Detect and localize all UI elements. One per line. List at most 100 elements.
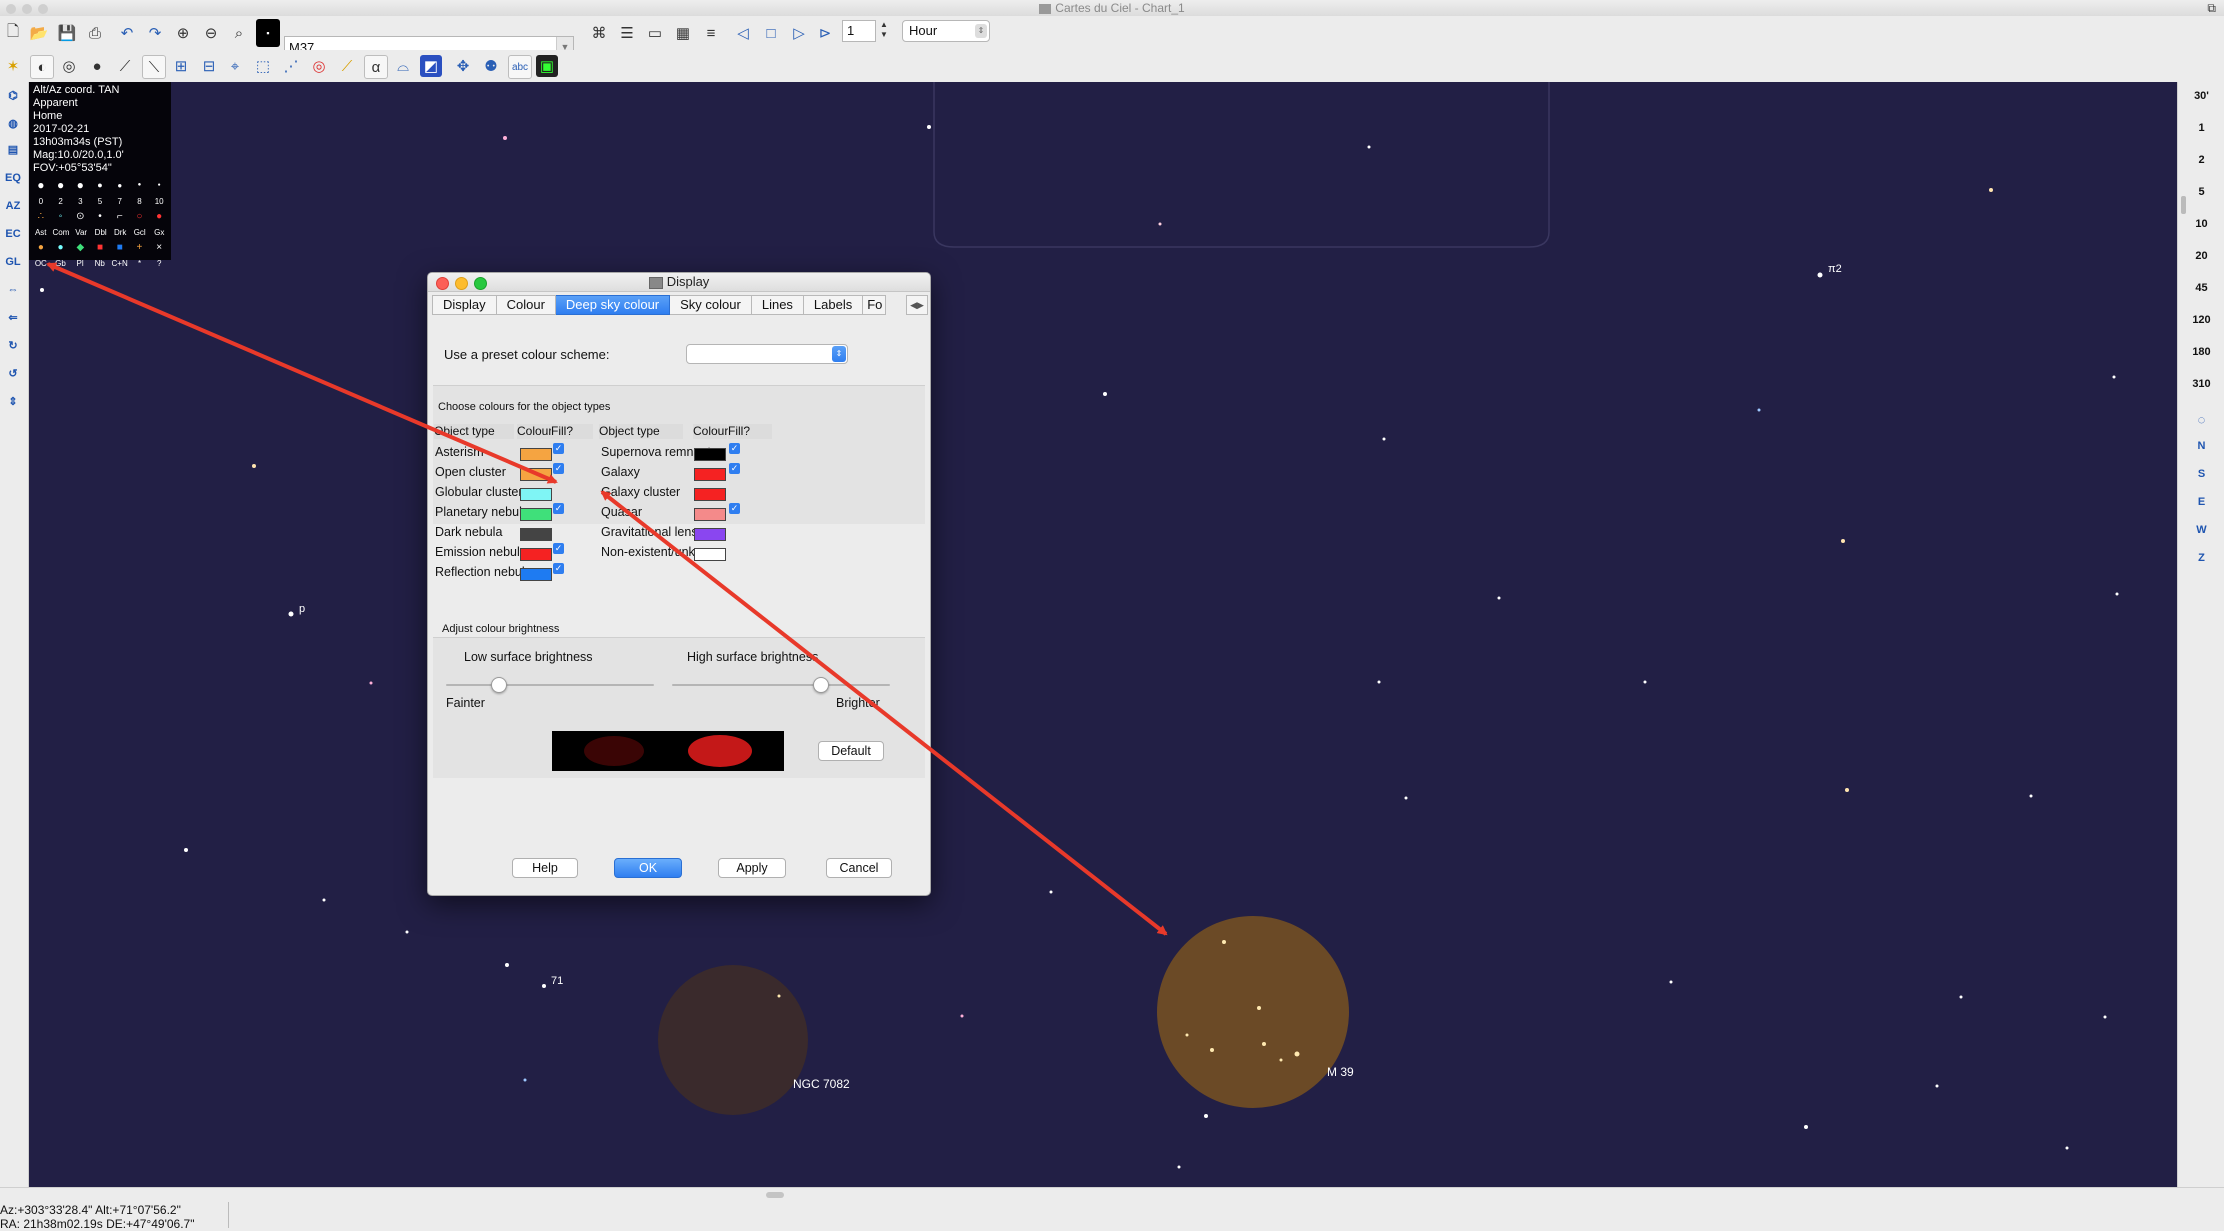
direction-s[interactable]: S (2178, 468, 2224, 480)
fov-2[interactable]: 2 (2178, 154, 2224, 166)
fov-45[interactable]: 45 (2178, 282, 2224, 294)
fov-180[interactable]: 180 (2178, 346, 2224, 358)
list-icon[interactable]: ☰ (616, 22, 638, 44)
print-icon[interactable]: ⎙ (84, 22, 106, 44)
step-back-icon[interactable]: ◁ (732, 22, 754, 44)
binoculars-icon[interactable]: ⌘ (588, 22, 610, 44)
right-object-colour-swatch-3[interactable] (694, 508, 726, 521)
low-brightness-slider[interactable] (491, 677, 507, 693)
new-chart-icon[interactable]: 🗋 (2, 22, 24, 44)
sidebar-gl[interactable]: GL (2, 252, 24, 272)
right-object-colour-swatch-0[interactable] (694, 448, 726, 461)
constellation-icon[interactable]: ⌖ (224, 55, 246, 77)
abc-labels-icon[interactable]: abc (508, 55, 532, 79)
time-unit-select[interactable]: Hour ⇕ (902, 20, 990, 42)
fov-120[interactable]: 120 (2178, 314, 2224, 326)
play-icon[interactable]: ▷ (788, 22, 810, 44)
right-object-fill-checkbox-1[interactable]: ✓ (729, 463, 740, 474)
left-object-fill-checkbox-0[interactable]: ✓ (553, 443, 564, 454)
globe-icon[interactable]: ◍ (2, 114, 24, 134)
ruler-icon[interactable]: ⟋ (336, 55, 358, 77)
direction-z[interactable]: Z (2178, 552, 2224, 564)
horizon-icon[interactable]: ⌓ (392, 55, 414, 77)
chart-scrollbar[interactable] (2181, 196, 2186, 214)
fov-20[interactable]: 20 (2178, 250, 2224, 262)
minimize-icon[interactable] (455, 277, 468, 290)
tab-display[interactable]: Display (432, 295, 497, 315)
milky-way-icon[interactable]: ⟍ (142, 55, 166, 79)
flip-vertical-icon[interactable]: ⇐ (2, 308, 24, 328)
left-object-colour-swatch-2[interactable] (520, 488, 552, 501)
dark-nebula-icon[interactable]: ● (86, 55, 108, 77)
stop-icon[interactable]: □ (760, 22, 782, 44)
left-object-fill-checkbox-6[interactable]: ✓ (553, 563, 564, 574)
object-type-icon[interactable]: ▪ (256, 19, 280, 47)
tab-sky-colour[interactable]: Sky colour (670, 295, 752, 315)
left-object-fill-checkbox-1[interactable]: ✓ (553, 463, 564, 474)
grid-icon[interactable]: ⊞ (170, 55, 192, 77)
left-object-colour-swatch-3[interactable] (520, 508, 552, 521)
close-icon[interactable] (436, 277, 449, 290)
image-icon[interactable]: ◩ (420, 55, 442, 77)
tab-deep-sky-colour[interactable]: Deep sky colour (555, 295, 671, 315)
rotate-sky-icon[interactable]: ⌬ (2, 86, 24, 106)
rotate-left-icon[interactable]: ↺ (2, 364, 24, 384)
screen-icon[interactable]: ▭ (644, 22, 666, 44)
save-icon[interactable]: 💾 (56, 22, 78, 44)
stars-icon[interactable]: ✶ (2, 55, 24, 77)
help-button[interactable]: Help (512, 858, 578, 878)
low-brightness-track[interactable] (446, 684, 654, 686)
direction-w[interactable]: W (2178, 524, 2224, 536)
apply-button[interactable]: Apply (718, 858, 786, 878)
sidebar-ec[interactable]: EC (2, 224, 24, 244)
figures-icon[interactable]: ⋰ (280, 55, 302, 77)
left-object-fill-checkbox-3[interactable]: ✓ (553, 503, 564, 514)
left-object-colour-swatch-1[interactable] (520, 468, 552, 481)
config-icon[interactable]: ≡ (700, 22, 722, 44)
tab-colour[interactable]: Colour (496, 295, 556, 315)
right-object-fill-checkbox-3[interactable]: ✓ (729, 503, 740, 514)
lines-icon[interactable]: ⟋ (114, 55, 136, 77)
sidebar-az[interactable]: AZ (2, 196, 24, 216)
fov-10[interactable]: 10 (2178, 218, 2224, 230)
move-icon[interactable]: ✥ (452, 55, 474, 77)
grid-eq-icon[interactable]: ⊟ (198, 55, 220, 77)
zenith-view-icon[interactable]: ◌ (2178, 412, 2224, 427)
sky-chart[interactable]: NGC 7082 M 39 71 p π2 (29, 82, 2177, 1187)
target-icon[interactable]: ◎ (308, 55, 330, 77)
left-object-colour-swatch-0[interactable] (520, 448, 552, 461)
tab-labels[interactable]: Labels (803, 295, 864, 315)
fov-310[interactable]: 310 (2178, 378, 2224, 390)
galaxy-icon[interactable]: ◎ (58, 55, 80, 77)
dss-icon[interactable]: ▣ (536, 55, 558, 77)
zoom-icon[interactable] (474, 277, 487, 290)
flip-horizontal-icon[interactable]: ⇔ (2, 280, 24, 300)
direction-n[interactable]: N (2178, 440, 2224, 452)
high-brightness-track[interactable] (672, 684, 890, 686)
time-step-input[interactable]: 1 (842, 20, 876, 42)
panel-splitter[interactable] (766, 1192, 784, 1198)
undo-icon[interactable]: ↶ (116, 22, 138, 44)
tab-fonts[interactable]: Fo (863, 295, 887, 315)
time-step-stepper[interactable]: ▲ ▼ (878, 20, 890, 42)
left-object-colour-swatch-6[interactable] (520, 568, 552, 581)
planets-icon[interactable]: ⚉ (480, 55, 502, 77)
right-object-colour-swatch-2[interactable] (694, 488, 726, 501)
rotate-right-icon[interactable]: ↻ (2, 336, 24, 356)
step-forward-icon[interactable]: ⊳ (814, 22, 836, 44)
alpha-icon[interactable]: α (364, 55, 388, 79)
tab-scroll-arrows[interactable]: ◀▶ (906, 295, 928, 315)
zoom-out-icon[interactable]: ⊖ (200, 22, 222, 44)
right-object-fill-checkbox-0[interactable]: ✓ (729, 443, 740, 454)
chart-settings-icon[interactable]: ▤ (2, 140, 24, 160)
fov-30arcmin[interactable]: 30' (2178, 90, 2224, 102)
sidebar-eq[interactable]: EQ (2, 168, 24, 188)
preset-scheme-select[interactable]: ⇕ (686, 344, 848, 364)
restore-icon[interactable]: ⧉ (2207, 0, 2216, 16)
nebula-icon[interactable]: ◐ (30, 55, 54, 79)
boundary-icon[interactable]: ⬚ (252, 55, 274, 77)
tab-lines[interactable]: Lines (751, 295, 804, 315)
zoom-in-icon[interactable]: ⊕ (172, 22, 194, 44)
fov-1[interactable]: 1 (2178, 122, 2224, 134)
open-folder-icon[interactable]: 📂 (28, 22, 50, 44)
